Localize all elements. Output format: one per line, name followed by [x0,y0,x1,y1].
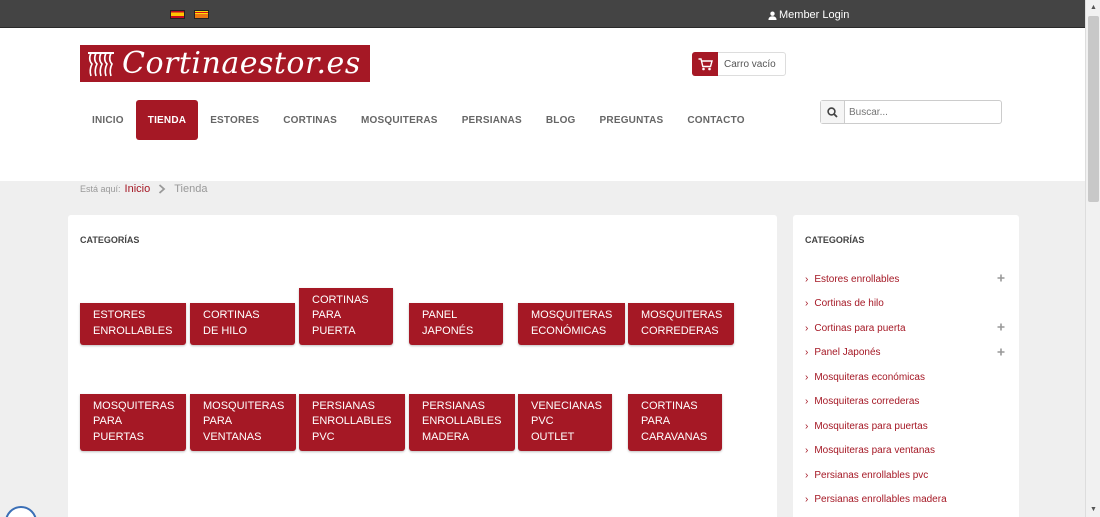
nav-item-mosquiteras[interactable]: MOSQUITERAS [349,100,450,140]
chat-help-icon[interactable] [5,506,37,517]
nav-item-preguntas[interactable]: PREGUNTAS [588,100,676,140]
sidebar-item-label: Mosquiteras para ventanas [814,445,935,457]
sidebar-item-mosquiteras-economicas[interactable]: › Mosquiteras económicas [805,365,1005,390]
sidebar-item-persianas-enrollables-pvc[interactable]: › Persianas enrollables pvc [805,463,1005,488]
cart-button[interactable]: Carro vacío [692,52,786,76]
user-icon [768,11,777,20]
sidebar-item-label: Panel Japonés [814,347,881,359]
expand-plus-icon[interactable] [997,323,1005,331]
sidebar-item-label: Persianas enrollables pvc [814,469,929,481]
sidebar-item-label: Mosquiteras económicas [814,371,925,383]
sidebar-categories-title: CATEGORÍAS [805,235,865,245]
chevron-right-icon [159,184,166,194]
chevron-right-icon: › [805,494,809,506]
search-icon[interactable] [821,101,845,123]
main-content-card: CATEGORÍAS ESTORES ENROLLABLES CORTINAS … [68,215,777,517]
category-button-cortinas-para-caravanas[interactable]: CORTINAS PARA CARAVANAS [628,394,722,451]
nav-item-inicio[interactable]: INICIO [80,100,136,140]
shopping-cart-icon [692,52,718,76]
search-box [820,100,1002,124]
breadcrumb-current: Tienda [174,183,208,195]
scroll-up-arrow-icon[interactable]: ▲ [1086,0,1100,15]
member-login-link[interactable]: Member Login [768,9,849,21]
category-button-mosquiteras-para-ventanas[interactable]: MOSQUITERAS PARA VENTANAS [190,394,296,451]
category-button-panel-japones[interactable]: PANEL JAPONÉS [409,303,503,345]
category-button-mosquiteras-para-puertas[interactable]: MOSQUITERAS PARA PUERTAS [80,394,186,451]
sidebar-category-list: › Estores enrollables › Cortinas de hilo… [805,267,1005,512]
category-button-persianas-enrollables-madera[interactable]: PERSIANAS ENROLLABLES MADERA [409,394,515,451]
sidebar-item-persianas-enrollables-madera[interactable]: › Persianas enrollables madera [805,488,1005,513]
sidebar-item-mosquiteras-para-ventanas[interactable]: › Mosquiteras para ventanas [805,439,1005,464]
search-input[interactable] [845,101,995,123]
chevron-right-icon: › [805,273,809,285]
chevron-right-icon: › [805,420,809,432]
scroll-down-arrow-icon[interactable]: ▼ [1086,502,1100,517]
catalonia-flag-icon[interactable] [194,10,209,19]
category-button-persianas-enrollables-pvc[interactable]: PERSIANAS ENROLLABLES PVC [299,394,405,451]
scrollbar-thumb[interactable] [1088,16,1099,202]
category-button-cortinas-de-hilo[interactable]: CORTINAS DE HILO [190,303,295,345]
breadcrumb-home-link[interactable]: Inicio [125,183,151,195]
sidebar-item-label: Cortinas para puerta [814,322,906,334]
sidebar-item-label: Cortinas de hilo [814,298,884,310]
category-button-mosquiteras-correderas[interactable]: MOSQUITERAS CORREDERAS [628,303,734,345]
es-flag-icon[interactable] [170,10,185,19]
nav-item-cortinas[interactable]: CORTINAS [271,100,349,140]
breadcrumb-label: Está aquí: [80,184,121,194]
sidebar-item-cortinas-de-hilo[interactable]: › Cortinas de hilo [805,292,1005,317]
sidebar-item-panel-japones[interactable]: › Panel Japonés [805,341,1005,366]
sidebar-item-mosquiteras-para-puertas[interactable]: › Mosquiteras para puertas [805,414,1005,439]
category-button-venecianas-pvc-outlet[interactable]: VENECIANAS PVC OUTLET [518,394,612,451]
chevron-right-icon: › [805,445,809,457]
chevron-right-icon: › [805,298,809,310]
cart-label: Carro vacío [724,58,776,70]
curtain-logo-icon [88,51,114,76]
sidebar-item-label: Persianas enrollables madera [814,494,947,506]
expand-plus-icon[interactable] [997,348,1005,356]
category-button-cortinas-para-puerta[interactable]: CORTINAS PARA PUERTA [299,288,393,345]
main-categories-title: CATEGORÍAS [80,235,140,245]
chevron-right-icon: › [805,322,809,334]
chevron-right-icon: › [805,347,809,359]
sidebar-item-mosquiteras-correderas[interactable]: › Mosquiteras correderas [805,390,1005,415]
nav-item-tienda[interactable]: TIENDA [135,100,199,140]
nav-item-estores[interactable]: ESTORES [198,100,271,140]
nav-item-persianas[interactable]: PERSIANAS [450,100,534,140]
sidebar-item-estores-enrollables[interactable]: › Estores enrollables [805,267,1005,292]
expand-plus-icon[interactable] [997,274,1005,282]
nav-item-blog[interactable]: BLOG [534,100,588,140]
sidebar-item-label: Mosquiteras correderas [814,396,920,408]
category-button-estores-enrollables[interactable]: ESTORES ENROLLABLES [80,303,186,345]
breadcrumb: Está aquí: Inicio Tienda [80,183,207,195]
chevron-right-icon: › [805,396,809,408]
top-bar: Member Login [0,0,1085,28]
sidebar-item-label: Estores enrollables [814,273,900,285]
site-header: Cortinaestor.es Carro vacío INICIO TIEND… [0,28,1085,181]
member-login-label: Member Login [779,9,850,21]
site-logo[interactable]: Cortinaestor.es [80,45,370,82]
page-scrollbar[interactable]: ▲ ▼ [1085,0,1100,517]
main-nav: INICIO TIENDA ESTORES CORTINAS MOSQUITER… [80,100,757,140]
chevron-right-icon: › [805,371,809,383]
logo-text: Cortinaestor.es [122,45,361,81]
sidebar-item-label: Mosquiteras para puertas [814,420,928,432]
sidebar-card: CATEGORÍAS › Estores enrollables › Corti… [793,215,1019,517]
category-button-mosquiteras-economicas[interactable]: MOSQUITERAS ECONÓMICAS [518,303,625,345]
sidebar-item-cortinas-para-puerta[interactable]: › Cortinas para puerta [805,316,1005,341]
nav-item-contacto[interactable]: CONTACTO [675,100,756,140]
chevron-right-icon: › [805,469,809,481]
